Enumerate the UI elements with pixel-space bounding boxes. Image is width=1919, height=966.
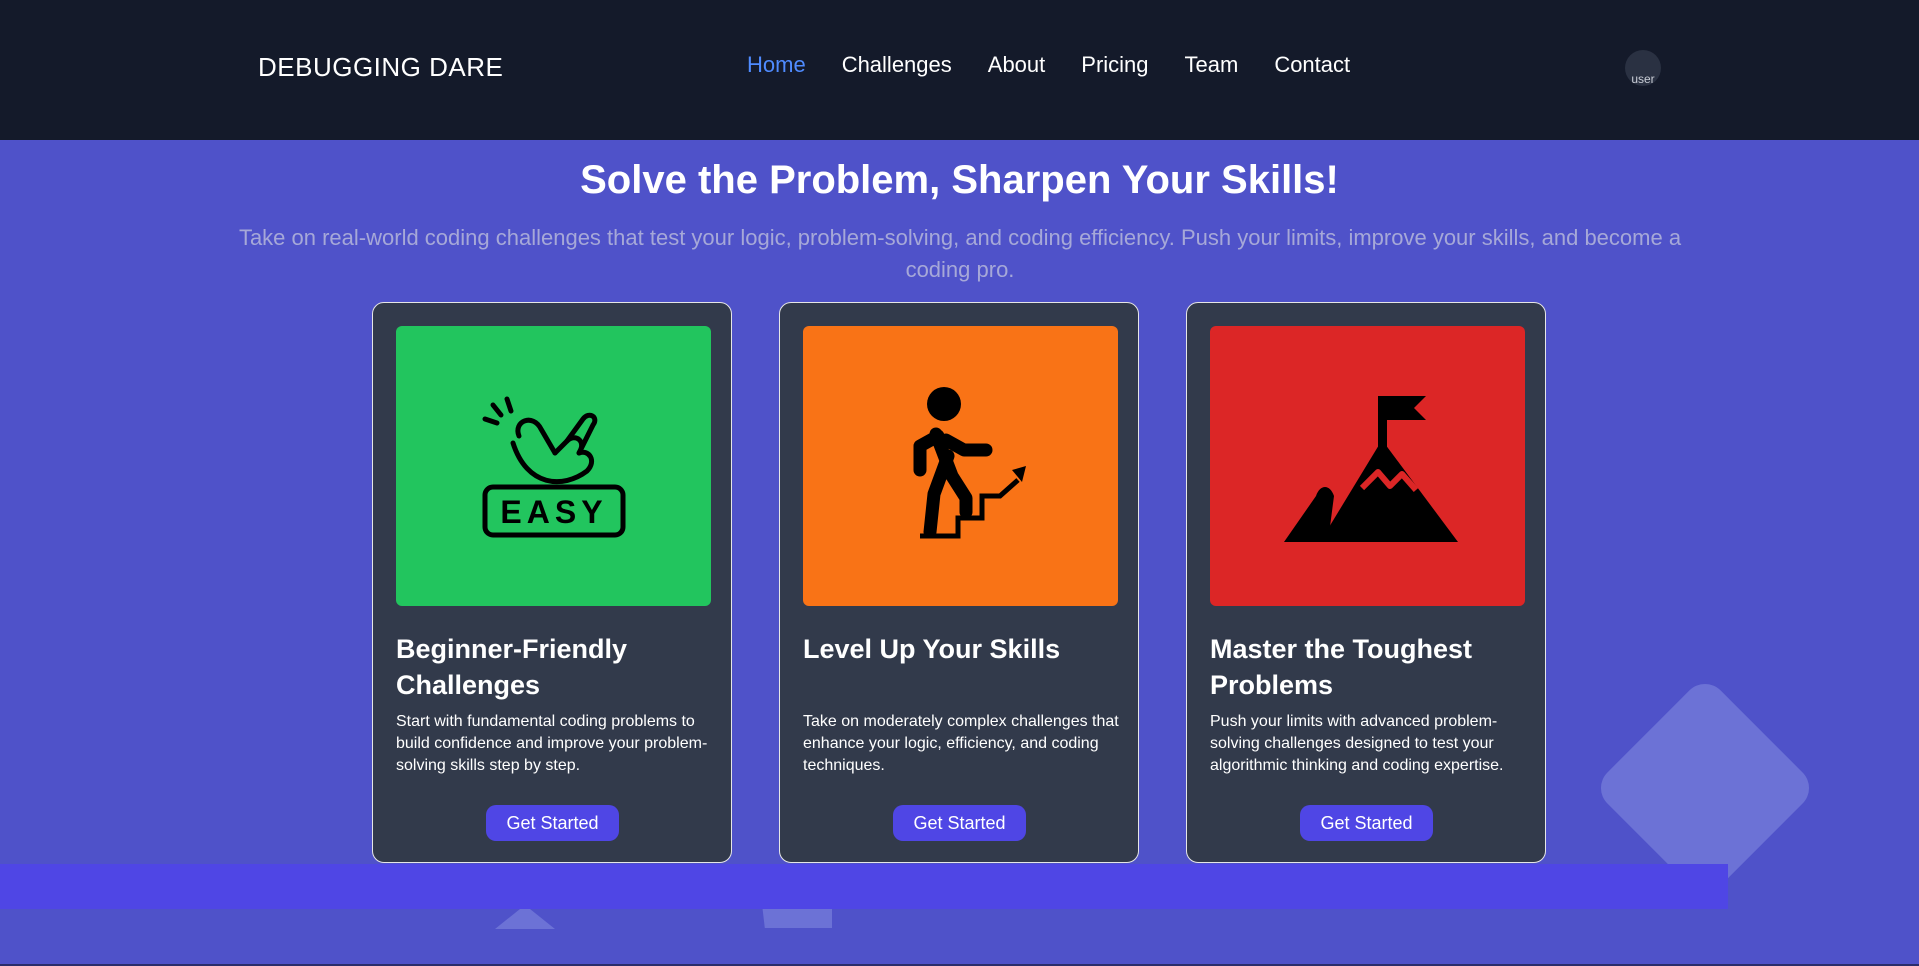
card-title-advanced: Master the Toughest Problems bbox=[1210, 634, 1473, 700]
challenge-card-beginner: EASY Beginner-Friendly Challenges Start … bbox=[372, 302, 732, 863]
card-desc-intermediate: Take on moderately complex challenges th… bbox=[803, 713, 1119, 774]
card-image-intermediate bbox=[803, 326, 1118, 606]
navbar: DEBUGGING DARE Home Challenges About Pri… bbox=[0, 0, 1919, 140]
get-started-button-advanced[interactable]: Get Started bbox=[1300, 805, 1433, 841]
bottom-bar bbox=[0, 864, 1728, 909]
card-title-beginner: Beginner-Friendly Challenges bbox=[396, 634, 628, 700]
hero-subtitle: Take on real-world coding challenges tha… bbox=[238, 225, 1682, 282]
nav-link-contact[interactable]: Contact bbox=[1274, 52, 1350, 78]
easy-icon-label: EASY bbox=[500, 494, 607, 530]
nav-link-team[interactable]: Team bbox=[1185, 52, 1239, 78]
climbing-stairs-icon bbox=[913, 387, 1026, 539]
avatar-alt-text: user bbox=[1631, 72, 1655, 86]
main-nav: Home Challenges About Pricing Team Conta… bbox=[747, 52, 1386, 78]
get-started-button-beginner[interactable]: Get Started bbox=[486, 805, 619, 841]
nav-link-pricing[interactable]: Pricing bbox=[1081, 52, 1148, 78]
brand-logo[interactable]: DEBUGGING DARE bbox=[258, 52, 503, 83]
card-title-intermediate: Level Up Your Skills bbox=[803, 634, 1061, 664]
mountain-flag-icon bbox=[1283, 396, 1458, 542]
card-image-advanced bbox=[1210, 326, 1525, 606]
hero-title: Solve the Problem, Sharpen Your Skills! bbox=[580, 158, 1339, 202]
user-avatar[interactable]: user bbox=[1625, 50, 1661, 86]
nav-link-challenges[interactable]: Challenges bbox=[842, 52, 952, 78]
challenge-card-advanced: Master the Toughest Problems Push your l… bbox=[1186, 302, 1546, 863]
card-image-beginner: EASY bbox=[396, 326, 711, 606]
easy-hand-icon: EASY bbox=[482, 396, 625, 538]
nav-link-about[interactable]: About bbox=[988, 52, 1046, 78]
get-started-button-intermediate[interactable]: Get Started bbox=[893, 805, 1026, 841]
challenge-card-intermediate: Level Up Your Skills Take on moderately … bbox=[779, 302, 1139, 863]
card-desc-advanced: Push your limits with advanced problem-s… bbox=[1210, 713, 1504, 774]
nav-link-home[interactable]: Home bbox=[747, 52, 806, 78]
card-desc-beginner: Start with fundamental coding problems t… bbox=[396, 713, 708, 774]
